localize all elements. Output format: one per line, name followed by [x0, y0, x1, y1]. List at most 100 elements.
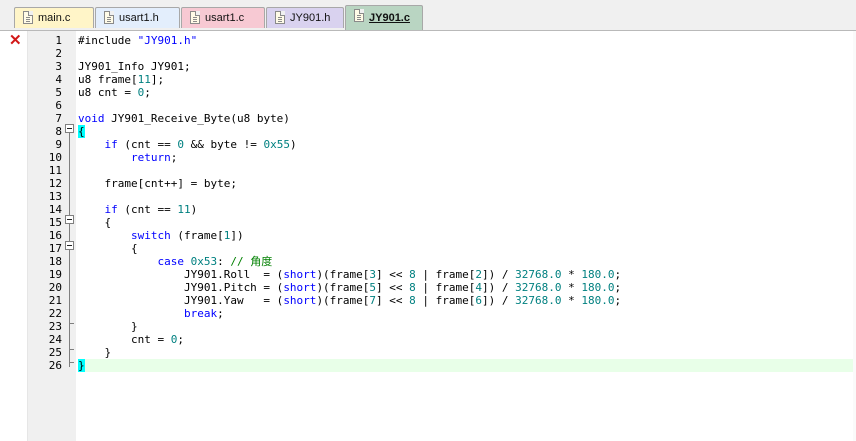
code-token: 11	[137, 73, 151, 86]
code-line[interactable]: break;	[78, 307, 856, 320]
code-line[interactable]: JY901_Info JY901;	[78, 60, 856, 73]
line-number: 22	[48, 307, 62, 320]
code-line[interactable]: return;	[78, 151, 856, 164]
code-token: JY901.Pitch = (	[78, 281, 284, 294]
code-token: short	[283, 281, 317, 294]
code-token: }	[78, 320, 138, 333]
code-line[interactable]: void JY901_Receive_Byte(u8 byte)	[78, 112, 856, 125]
line-number: 10	[48, 151, 62, 164]
code-line[interactable]: }	[78, 320, 856, 333]
code-token: ;	[177, 333, 184, 346]
code-token: short	[283, 294, 317, 307]
code-line[interactable]: }	[78, 346, 856, 359]
line-number: 20	[48, 281, 62, 294]
marker-column: ✕	[0, 31, 28, 441]
fold-toggle-icon[interactable]	[65, 124, 74, 133]
line-number: 1	[55, 34, 62, 47]
code-line[interactable]	[78, 99, 856, 112]
line-number: 24	[48, 333, 62, 346]
code-token: 180.0	[581, 281, 615, 294]
line-number: 14	[48, 203, 62, 216]
code-token: )(frame[	[316, 268, 370, 281]
line-number: 8	[55, 125, 62, 138]
code-token: JY901.Yaw = (	[78, 294, 284, 307]
code-editor[interactable]: ✕ 1 #include "JY901.h" 2 3 JY901_Info JY901;…	[0, 31, 856, 441]
code-line[interactable]: u8 frame[11];	[78, 73, 856, 86]
code-token: {	[78, 216, 112, 229]
code-line[interactable]: frame[cnt++] = byte;	[78, 177, 856, 190]
code-line[interactable]: if (cnt == 0 && byte != 0x55)	[78, 138, 856, 151]
line-number: 3	[55, 60, 62, 73]
line-number: 5	[55, 86, 62, 99]
code-token: JY901.Roll = (	[78, 268, 284, 281]
line-number: 15	[48, 216, 62, 229]
code-token: | frame[	[415, 281, 476, 294]
c-file-icon	[190, 11, 200, 24]
code-token: break	[183, 307, 218, 320]
line-number: 26	[48, 359, 62, 372]
h-file-icon	[104, 11, 114, 24]
code-token: }	[78, 359, 85, 372]
code-token: void	[78, 112, 105, 125]
code-token: ]) /	[482, 281, 516, 294]
code-token: 8	[409, 268, 416, 281]
code-line[interactable]: u8 cnt = 0;	[78, 86, 856, 99]
code-line[interactable]: cnt = 0;	[78, 333, 856, 346]
code-token: {	[78, 125, 85, 138]
code-line[interactable]: {	[78, 216, 856, 229]
code-token: }	[78, 346, 112, 359]
code-token: *	[561, 268, 582, 281]
code-line[interactable]	[78, 47, 856, 60]
code-token: ]) /	[482, 268, 516, 281]
code-line[interactable]: if (cnt == 11)	[78, 203, 856, 216]
code-token: JY901_Info JY901;	[78, 60, 191, 73]
line-number: 21	[48, 294, 62, 307]
tab-jy901-c[interactable]: JY901.c	[345, 5, 423, 30]
code-line[interactable]: }	[78, 359, 856, 372]
code-token: case	[157, 255, 184, 268]
code-line[interactable]: case 0x53: // 角度	[78, 255, 856, 268]
code-token: (frame[	[170, 229, 224, 242]
code-token: ;	[614, 268, 622, 281]
code-line[interactable]	[78, 164, 856, 177]
tab-jy901-h[interactable]: JY901.h	[266, 7, 344, 28]
line-number: 25	[48, 346, 62, 359]
code-text-area[interactable]: 1 #include "JY901.h" 2 3 JY901_Info JY901; 4 u…	[49, 31, 856, 441]
fold-end-marker	[69, 349, 74, 350]
code-token: (cnt ==	[117, 203, 178, 216]
tab-usart1-c[interactable]: usart1.c	[181, 7, 265, 28]
tab-main-c[interactable]: main.c	[14, 7, 94, 28]
fold-toggle-icon[interactable]	[65, 215, 74, 224]
fold-toggle-icon[interactable]	[65, 241, 74, 250]
line-number: 11	[48, 164, 62, 177]
code-line[interactable]: switch (frame[1])	[78, 229, 856, 242]
tab-usart1-h[interactable]: usart1.h	[95, 7, 180, 28]
c-file-icon	[354, 9, 364, 22]
code-line[interactable]	[78, 190, 856, 203]
code-token: JY901_Receive_Byte(u8 byte)	[104, 112, 290, 125]
code-token: #include	[78, 34, 138, 47]
file-tab-bar: main.c usart1.h usart1.c JY901.h JY901.c	[0, 0, 856, 31]
code-token: ;	[170, 151, 178, 164]
code-line[interactable]: JY901.Yaw = (short)(frame[7] << 8 | fram…	[78, 294, 856, 307]
code-token: return	[130, 151, 171, 164]
code-token: ] <<	[376, 268, 410, 281]
code-line[interactable]: #include "JY901.h"	[78, 34, 856, 47]
code-token: *	[561, 294, 582, 307]
fold-end-marker	[69, 362, 74, 363]
line-number: 18	[48, 255, 62, 268]
code-line[interactable]: {	[78, 242, 856, 255]
code-token: )	[289, 138, 297, 151]
code-token: (cnt ==	[117, 138, 178, 151]
line-number: 23	[48, 320, 62, 333]
code-line[interactable]: {	[78, 125, 856, 138]
code-token: 0x55	[263, 138, 290, 151]
code-line[interactable]: JY901.Roll = (short)(frame[3] << 8 | fra…	[78, 268, 856, 281]
code-token: ;	[614, 294, 622, 307]
code-line[interactable]: JY901.Pitch = (short)(frame[5] << 8 | fr…	[78, 281, 856, 294]
code-token: if	[104, 138, 118, 151]
line-number: 19	[48, 268, 62, 281]
code-token: 8	[409, 294, 416, 307]
